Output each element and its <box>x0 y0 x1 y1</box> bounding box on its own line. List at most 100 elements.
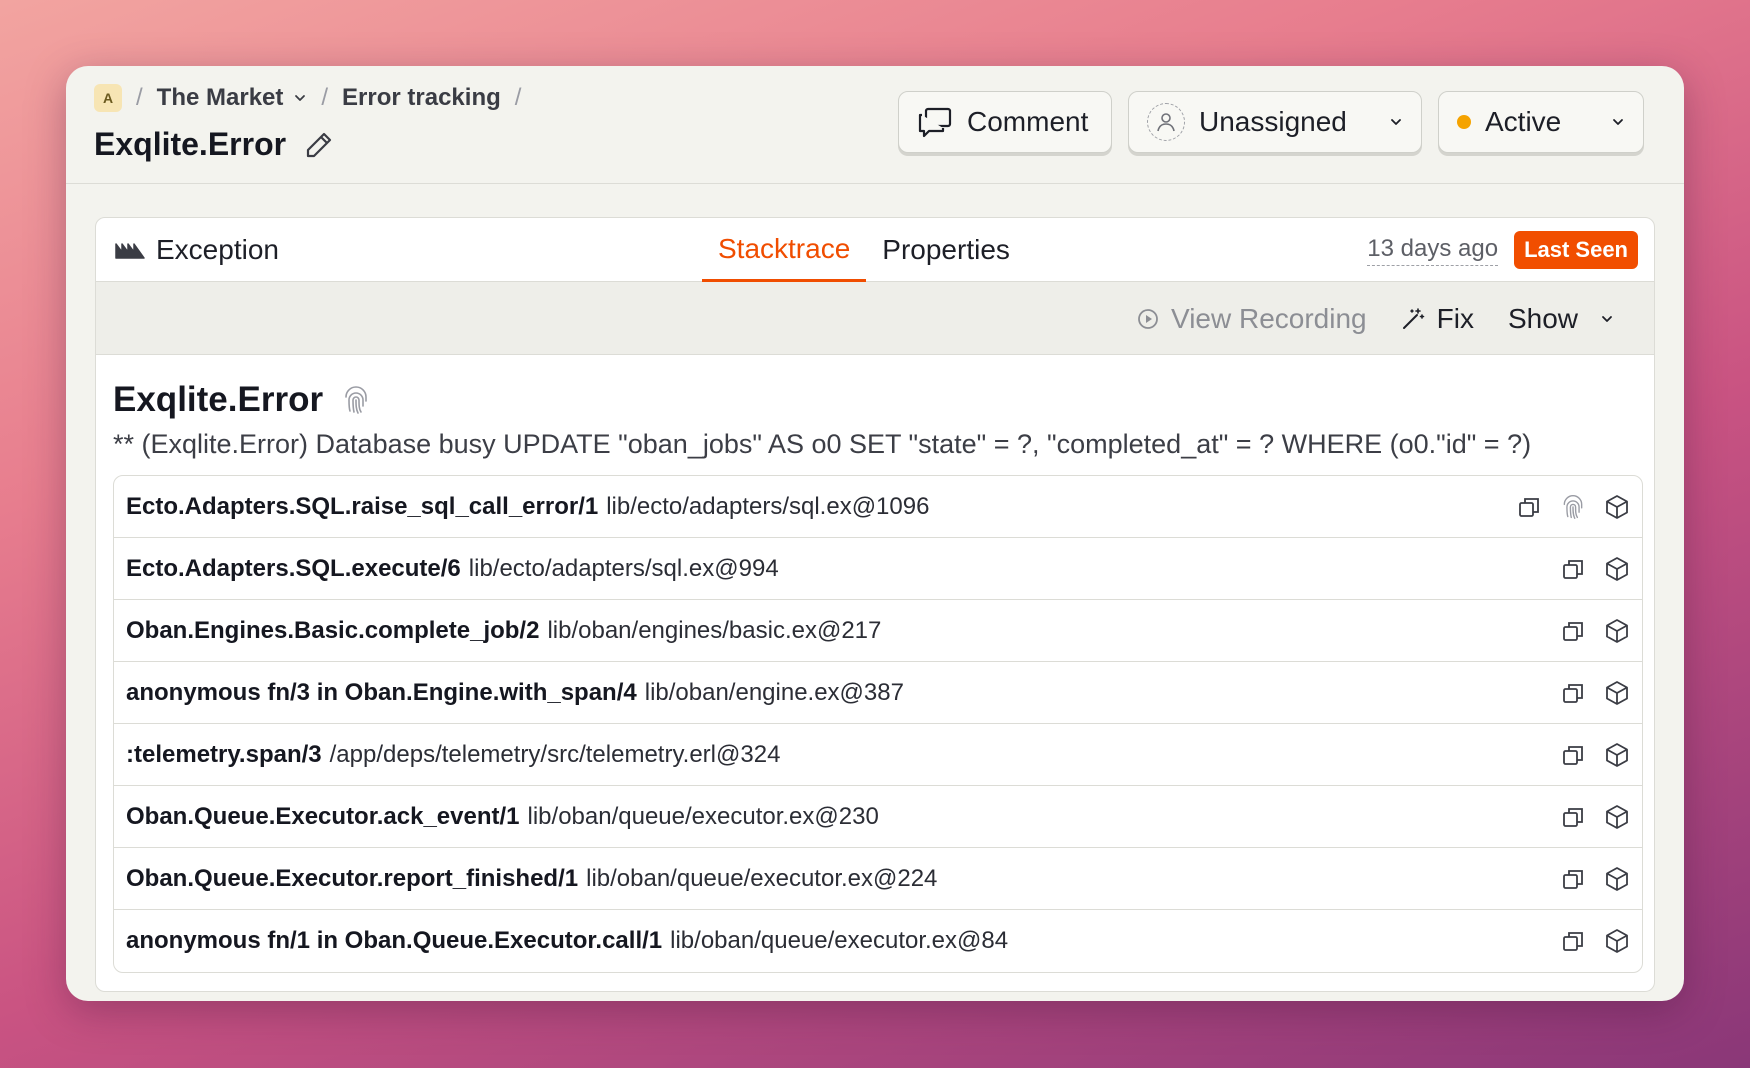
fix-button[interactable]: Fix <box>1401 303 1474 335</box>
pencil-icon[interactable] <box>302 128 336 162</box>
person-icon <box>1147 103 1185 141</box>
frame-actions <box>1516 494 1630 520</box>
fingerprint-icon[interactable] <box>341 385 371 415</box>
chevron-down-icon <box>1602 315 1612 322</box>
frame-function: Oban.Queue.Executor.report_finished/1 <box>126 864 579 892</box>
package-icon[interactable] <box>1604 556 1630 582</box>
frame-function: anonymous fn/3 in Oban.Engine.with_span/… <box>126 678 637 706</box>
frame-path: lib/oban/queue/executor.ex@230 <box>527 802 879 830</box>
view-recording-label: View Recording <box>1171 302 1367 334</box>
frame-function: Oban.Queue.Executor.ack_event/1 <box>126 802 520 830</box>
stack-frame-row[interactable]: Ecto.Adapters.SQL.execute/6 lib/ecto/adap… <box>114 538 1642 600</box>
package-icon[interactable] <box>1604 742 1630 768</box>
status-dot <box>1457 115 1471 129</box>
app-window: A / The Market / Error tracking / Exqlit… <box>66 66 1684 1001</box>
package-icon[interactable] <box>1604 680 1630 706</box>
frame-path: /app/deps/telemetry/src/telemetry.erl@32… <box>329 740 781 768</box>
frame-actions <box>1560 804 1630 830</box>
assignee-label: Unassigned <box>1199 106 1347 137</box>
frame-path: lib/ecto/adapters/sql.ex@994 <box>468 554 779 582</box>
breadcrumb-project[interactable]: The Market <box>157 84 308 112</box>
panel-tabs: Stacktrace Properties <box>702 218 1026 282</box>
package-icon[interactable] <box>1604 618 1630 644</box>
stack-frame-row[interactable]: Oban.Queue.Executor.report_finished/1 lib… <box>114 848 1642 910</box>
copy-icon[interactable] <box>1560 556 1586 582</box>
frame-actions <box>1560 866 1630 892</box>
breadcrumb-project-label: The Market <box>156 84 284 111</box>
stack-frame-row[interactable]: anonymous fn/1 in Oban.Queue.Executor.ca… <box>114 910 1642 972</box>
view-recording-button[interactable]: View Recording <box>1137 303 1367 335</box>
copy-icon[interactable] <box>1560 680 1586 706</box>
exception-label: Exception <box>114 234 279 266</box>
tab-properties[interactable]: Properties <box>866 218 1026 282</box>
exception-message: ** (Exqlite.Error) Database busy UPDATE … <box>113 429 1532 459</box>
comment-button-label: Comment <box>967 106 1089 137</box>
copy-icon[interactable] <box>1516 494 1542 520</box>
comment-icon <box>918 107 952 138</box>
exception-title: Exqlite.Error <box>113 380 324 419</box>
comment-button[interactable]: Comment <box>898 91 1112 153</box>
show-label: Show <box>1507 302 1578 334</box>
show-dropdown[interactable]: Show <box>1508 303 1614 335</box>
status-select[interactable]: Active <box>1438 91 1644 153</box>
fingerprint-icon[interactable] <box>1560 494 1586 520</box>
stack-frame-row[interactable]: Oban.Engines.Basic.complete_job/2 lib/oba… <box>114 600 1642 662</box>
play-circle-icon <box>1138 308 1158 329</box>
copy-icon[interactable] <box>1560 742 1586 768</box>
frame-actions <box>1560 680 1630 706</box>
exception-label-text: Exception <box>156 234 279 265</box>
breadcrumb: A / The Market / Error tracking / <box>94 84 521 112</box>
frame-function: Ecto.Adapters.SQL.raise_sql_call_error/1 <box>126 492 599 520</box>
frame-path: lib/oban/engine.ex@387 <box>644 678 904 706</box>
frame-actions <box>1560 742 1630 768</box>
frame-function: anonymous fn/1 in Oban.Queue.Executor.ca… <box>126 927 663 954</box>
last-seen: 13 days ago Last Seen <box>1367 231 1638 269</box>
frame-path: lib/ecto/adapters/sql.ex@1096 <box>606 492 930 520</box>
stack-frames: Ecto.Adapters.SQL.raise_sql_call_error/1… <box>113 475 1643 973</box>
exception-icon <box>115 243 145 259</box>
frame-function: Ecto.Adapters.SQL.execute/6 <box>126 554 461 582</box>
stack-frame-row[interactable]: anonymous fn/3 in Oban.Engine.with_span/… <box>114 662 1642 724</box>
frame-function: Oban.Engines.Basic.complete_job/2 <box>126 616 540 644</box>
breadcrumb-error-tracking[interactable]: Error tracking <box>342 84 501 112</box>
frame-actions <box>1560 556 1630 582</box>
copy-icon[interactable] <box>1560 804 1586 830</box>
project-avatar[interactable]: A <box>94 84 122 112</box>
tab-stacktrace[interactable]: Stacktrace <box>702 218 867 282</box>
stacktrace-toolbar: View Recording Fix Show <box>96 282 1654 355</box>
last-seen-badge: Last Seen <box>1514 231 1638 269</box>
frame-path: lib/oban/queue/executor.ex@224 <box>586 864 938 892</box>
breadcrumb-separator: / <box>321 84 329 111</box>
frame-path: lib/oban/queue/executor.ex@84 <box>670 927 1009 954</box>
exception-heading: Exqlite.Error <box>113 380 371 420</box>
status-label: Active <box>1485 106 1562 137</box>
header-actions: Comment Unassigned Active <box>898 91 1644 153</box>
magic-wand-icon <box>1402 307 1424 329</box>
breadcrumb-separator: / <box>136 84 143 111</box>
package-icon[interactable] <box>1604 866 1630 892</box>
chevron-down-icon <box>295 95 306 101</box>
exception-panel: Exception Stacktrace Properties 13 days … <box>95 217 1655 992</box>
fix-label: Fix <box>1436 302 1474 334</box>
stack-frame-row[interactable]: :telemetry.span/3/app/deps/telemetry/src… <box>114 724 1642 786</box>
copy-icon[interactable] <box>1560 928 1586 954</box>
copy-icon[interactable] <box>1560 618 1586 644</box>
assignee-select[interactable]: Unassigned <box>1128 91 1422 153</box>
chevron-down-icon <box>1613 119 1623 125</box>
stack-frame-row[interactable]: Ecto.Adapters.SQL.raise_sql_call_error/1… <box>114 476 1642 538</box>
frame-function: :telemetry.span/3 <box>126 740 322 768</box>
package-icon[interactable] <box>1604 494 1630 520</box>
stack-frame-row[interactable]: Oban.Queue.Executor.ack_event/1 lib/oban/… <box>114 786 1642 848</box>
chevron-down-icon <box>1391 119 1401 125</box>
breadcrumb-separator: / <box>514 84 522 111</box>
package-icon[interactable] <box>1604 928 1630 954</box>
copy-icon[interactable] <box>1560 866 1586 892</box>
last-seen-time[interactable]: 13 days ago <box>1367 235 1499 266</box>
title-row: Exqlite.Error <box>94 126 336 163</box>
frame-path: lib/oban/engines/basic.ex@217 <box>547 616 882 644</box>
page-header: A / The Market / Error tracking / Exqlit… <box>66 66 1684 184</box>
package-icon[interactable] <box>1604 804 1630 830</box>
page-title: Exqlite.Error <box>94 126 287 162</box>
frame-actions <box>1560 928 1630 954</box>
panel-header: Exception Stacktrace Properties 13 days … <box>96 218 1654 282</box>
